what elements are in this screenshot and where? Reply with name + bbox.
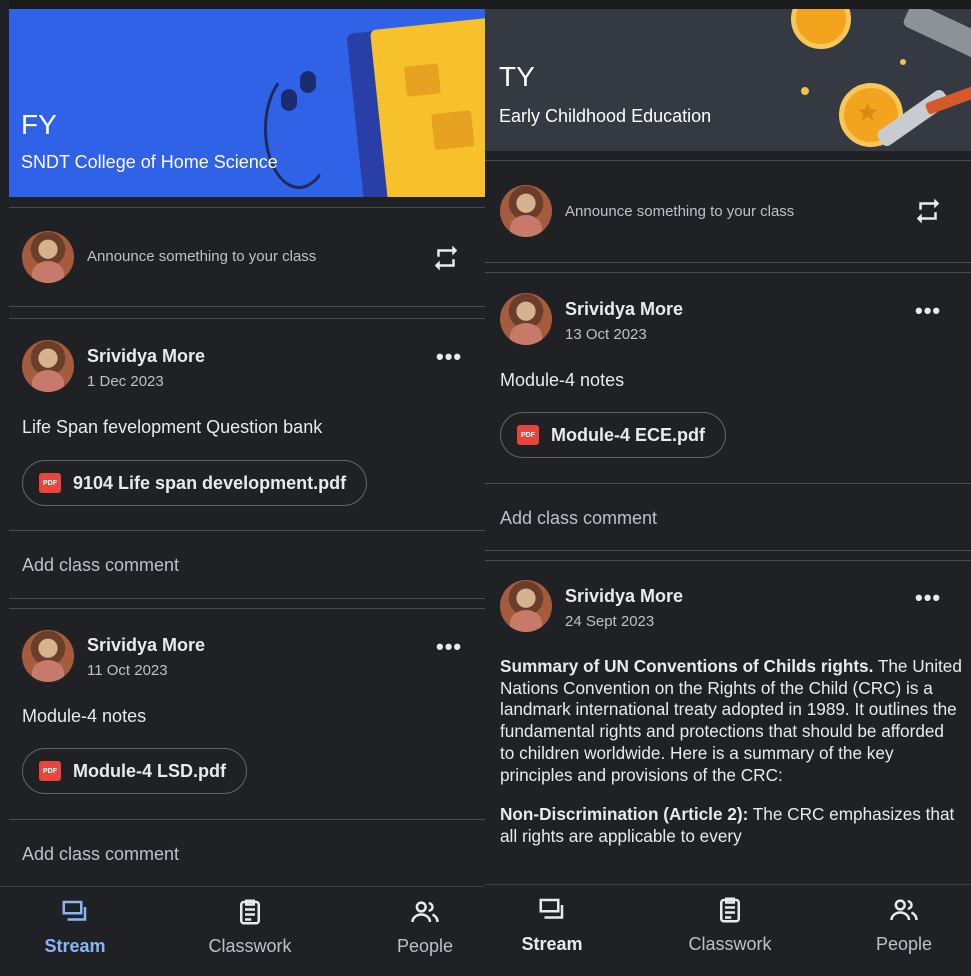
post-author: Srividya More [565, 586, 684, 606]
sparkle-dot [801, 87, 809, 95]
announce-input[interactable]: Announce something to your class [565, 203, 794, 220]
divider [485, 160, 971, 161]
avatar [500, 580, 552, 632]
nav-classwork[interactable]: Classwork [175, 897, 325, 957]
post-text: Life Span fevelopment Question bank [22, 417, 323, 437]
attachment-chip[interactable]: PDF Module-4 ECE.pdf [500, 412, 726, 458]
people-icon [411, 901, 439, 923]
post-date: 11 Oct 2023 [87, 662, 168, 679]
divider [9, 207, 485, 208]
divider [9, 306, 485, 307]
post-author: Srividya More [565, 299, 684, 319]
left-classroom-screen: FY SNDT College of Home Science Announce… [0, 0, 485, 976]
status-strip [485, 0, 971, 9]
divider [485, 560, 971, 561]
sticky-note-shape [431, 110, 475, 151]
avatar [22, 340, 74, 392]
class-subtitle: Early Childhood Education [499, 106, 712, 126]
status-strip [0, 0, 485, 9]
divider [9, 819, 485, 820]
stream-icon [539, 898, 564, 919]
attachment-name: Module-4 ECE.pdf [551, 424, 705, 445]
divider [485, 483, 971, 484]
attachment-name: 9104 Life span development.pdf [73, 472, 347, 493]
divider [9, 318, 485, 319]
star-icon: ★ [856, 97, 880, 127]
earbud-illustration [281, 89, 297, 111]
class-title: TY [499, 61, 535, 92]
class-subtitle: SNDT College of Home Science [21, 152, 278, 172]
divider [485, 550, 971, 551]
post-author: Srividya More [87, 346, 206, 366]
bottom-navigation: Stream Classwork People [0, 886, 485, 976]
people-icon [890, 899, 918, 921]
add-class-comment[interactable]: Add class comment [500, 508, 657, 529]
avatar [500, 293, 552, 345]
nav-people-label: People [396, 936, 454, 956]
class-banner[interactable]: FY SNDT College of Home Science [9, 9, 485, 197]
nav-people[interactable]: People [350, 897, 485, 957]
nav-stream-label: Stream [44, 936, 106, 956]
classwork-icon [240, 899, 260, 925]
stream-icon [62, 900, 87, 921]
pdf-icon: PDF [39, 473, 61, 493]
attachment-name: Module-4 LSD.pdf [73, 760, 226, 781]
nav-classwork-label: Classwork [208, 936, 292, 956]
earbud-illustration [300, 71, 316, 93]
divider [9, 530, 485, 531]
nav-classwork-label: Classwork [688, 934, 772, 954]
nav-stream[interactable]: Stream [0, 897, 150, 957]
trophy-illustration [901, 9, 971, 63]
bottom-navigation: Stream Classwork People [485, 884, 971, 976]
nav-classwork[interactable]: Classwork [655, 895, 805, 955]
divider [9, 598, 485, 599]
avatar [22, 630, 74, 682]
pdf-icon: PDF [39, 761, 61, 781]
add-class-comment[interactable]: Add class comment [22, 844, 179, 865]
right-classroom-screen: ★ TY Early Childhood Education Announce … [485, 0, 971, 976]
medal-illustration [791, 9, 851, 49]
post-text: Module-4 notes [22, 706, 147, 726]
nav-people[interactable]: People [829, 895, 971, 955]
more-options-icon[interactable]: ••• [915, 300, 941, 322]
post-body: Summary of UN Conventions of Childs righ… [500, 656, 962, 866]
post-date: 24 Sept 2023 [565, 613, 655, 630]
more-options-icon[interactable]: ••• [436, 636, 462, 658]
class-title: FY [21, 109, 57, 140]
point-label: Non-Discrimination (Article 2): [500, 804, 749, 825]
attachment-chip[interactable]: PDF Module-4 LSD.pdf [22, 748, 247, 794]
post-heading: Summary of UN Conventions of Childs righ… [500, 656, 874, 676]
post-date: 1 Dec 2023 [87, 373, 164, 390]
sparkle-dot [900, 59, 906, 65]
nav-stream-label: Stream [521, 934, 583, 954]
post-date: 13 Oct 2023 [565, 326, 647, 343]
pdf-icon: PDF [517, 425, 539, 445]
more-options-icon[interactable]: ••• [436, 346, 462, 368]
add-class-comment[interactable]: Add class comment [22, 555, 179, 576]
avatar [22, 231, 74, 283]
divider [485, 262, 971, 263]
classwork-icon [720, 897, 740, 923]
notebook-illustration [369, 16, 485, 197]
more-options-icon[interactable]: ••• [915, 587, 941, 609]
nav-stream[interactable]: Stream [485, 895, 627, 955]
repost-icon[interactable] [431, 243, 461, 273]
repost-icon[interactable] [913, 196, 943, 226]
left-gutter [0, 0, 9, 976]
nav-people-label: People [875, 934, 933, 954]
divider [485, 272, 971, 273]
divider [9, 608, 485, 609]
attachment-chip[interactable]: PDF 9104 Life span development.pdf [22, 460, 368, 506]
sticky-note-shape [403, 63, 441, 97]
class-banner[interactable]: ★ TY Early Childhood Education [485, 9, 971, 151]
post-text: Module-4 notes [500, 370, 625, 390]
avatar [500, 185, 552, 237]
announce-input[interactable]: Announce something to your class [87, 248, 316, 265]
post-author: Srividya More [87, 635, 206, 655]
